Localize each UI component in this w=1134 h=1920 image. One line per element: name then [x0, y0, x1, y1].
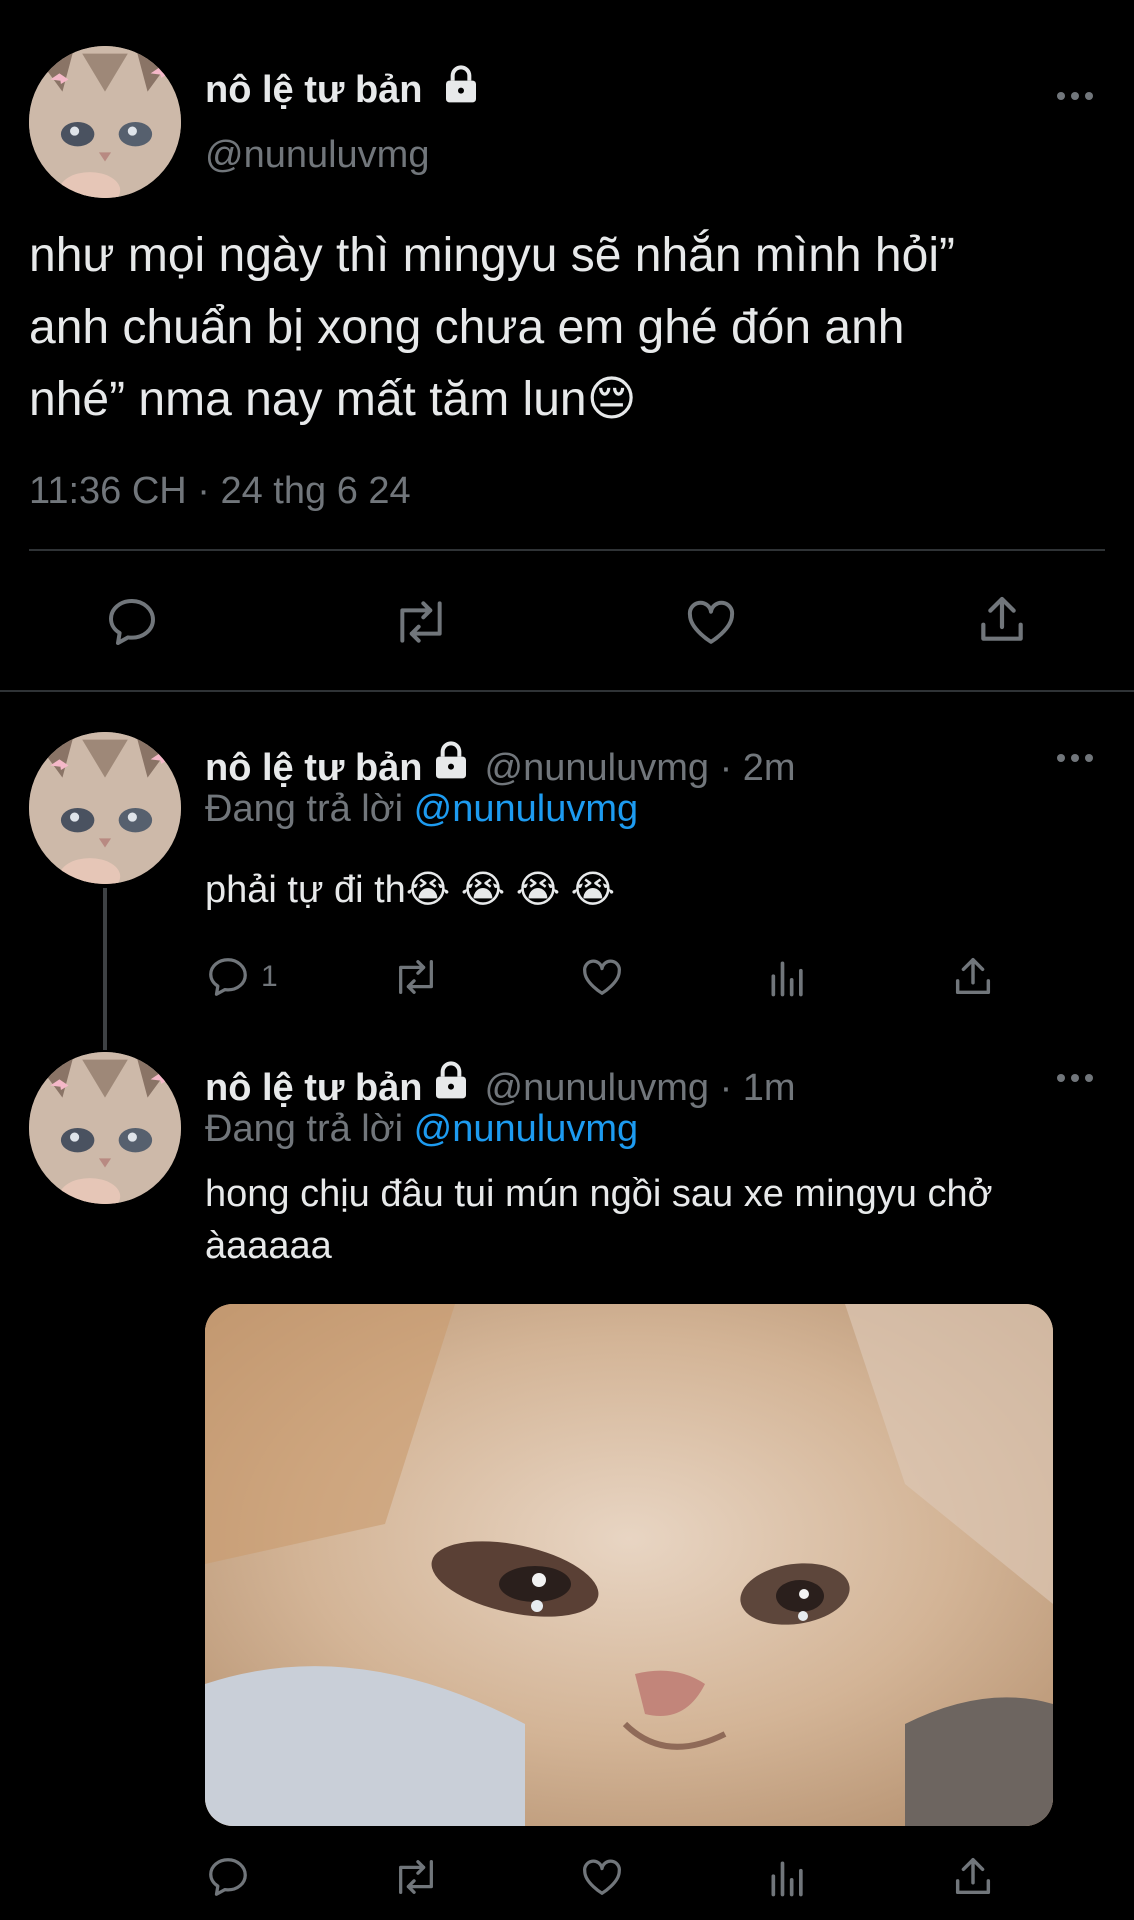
more-icon[interactable] — [1055, 90, 1095, 102]
avatar[interactable] — [29, 732, 181, 884]
comment-icon — [104, 594, 160, 650]
comment-icon — [205, 954, 251, 1000]
divider — [0, 690, 1134, 692]
reply-text: hong chịu đâu tui mún ngồi sau xe mingyu… — [205, 1168, 1105, 1272]
author-handle[interactable]: @nunuluvmg — [205, 134, 429, 177]
replying-to-label: Đang trả lời — [205, 1108, 414, 1150]
like-button[interactable] — [578, 1854, 626, 1900]
reply-button[interactable] — [104, 594, 160, 650]
author-handle[interactable]: @nunuluvmg · 2m — [485, 747, 796, 790]
retweet-button[interactable] — [390, 954, 442, 1000]
tweet-text-line: anh chuẩn bị xong chưa em ghé đón anh — [29, 301, 905, 354]
author-handle[interactable]: @nunuluvmg · 1m — [485, 1067, 796, 1110]
retweet-icon — [390, 954, 442, 1000]
mention-link[interactable]: @nunuluvmg — [414, 788, 638, 830]
thread-line — [103, 888, 107, 1050]
share-icon — [950, 1854, 996, 1900]
author-name[interactable]: nô lệ tư bản — [205, 64, 481, 114]
like-icon — [578, 954, 626, 1000]
reply-header: nô lệ tư bản @nunuluvmg · 2m — [205, 740, 796, 790]
reply-text-line: hong chịu đâu tui mún ngồi sau xe mingyu… — [205, 1173, 993, 1215]
lock-icon — [431, 1060, 471, 1105]
reply-count: 1 — [261, 960, 278, 993]
tweet-text-line: như mọi ngày thì mingyu sẽ nhắn mình hỏi… — [29, 229, 955, 282]
retweet-button[interactable] — [390, 594, 452, 650]
views-button[interactable] — [766, 1856, 810, 1900]
views-icon — [766, 1856, 810, 1900]
tweet-text: như mọi ngày thì mingyu sẽ nhắn mình hỏi… — [29, 220, 1109, 436]
tweet-timestamp[interactable]: 11:36 CH · 24 thg 6 24 — [29, 470, 411, 513]
more-icon[interactable] — [1055, 752, 1095, 764]
reply-button[interactable] — [205, 1854, 251, 1900]
reply-header: nô lệ tư bản @nunuluvmg · 1m — [205, 1060, 796, 1110]
share-button[interactable] — [950, 954, 996, 1000]
reply-button[interactable]: 1 — [205, 954, 278, 1000]
avatar[interactable] — [29, 46, 181, 198]
more-icon[interactable] — [1055, 1072, 1095, 1084]
avatar[interactable] — [29, 1052, 181, 1204]
mention-link[interactable]: @nunuluvmg — [414, 1108, 638, 1150]
divider — [29, 549, 1105, 551]
reply-text-line: àaaaaa — [205, 1225, 332, 1267]
share-icon — [950, 954, 996, 1000]
tweet-text-line: nhé” nma nay mất tăm lun😔 — [29, 373, 637, 426]
share-button[interactable] — [974, 592, 1030, 648]
replying-to: Đang trả lời @nunuluvmg — [205, 788, 638, 831]
lock-icon — [441, 64, 481, 114]
comment-icon — [205, 1854, 251, 1900]
tweet-media-image[interactable] — [205, 1304, 1053, 1826]
like-button[interactable] — [682, 594, 740, 650]
author-name[interactable]: nô lệ tư bản — [205, 1067, 423, 1110]
like-button[interactable] — [578, 954, 626, 1000]
author-name-text[interactable]: nô lệ tư bản — [205, 69, 423, 111]
retweet-icon — [390, 1854, 442, 1900]
views-button[interactable] — [766, 956, 810, 1000]
replying-to: Đang trả lời @nunuluvmg — [205, 1108, 638, 1151]
lock-icon — [431, 740, 471, 785]
author-name[interactable]: nô lệ tư bản — [205, 747, 423, 790]
share-icon — [974, 592, 1030, 648]
replying-to-label: Đang trả lời — [205, 788, 414, 830]
like-icon — [682, 594, 740, 650]
views-icon — [766, 956, 810, 1000]
share-button[interactable] — [950, 1854, 996, 1900]
like-icon — [578, 1854, 626, 1900]
retweet-button[interactable] — [390, 1854, 442, 1900]
reply-text: phải tự đi th😭 😭 😭 😭 — [205, 869, 616, 911]
retweet-icon — [390, 594, 452, 650]
